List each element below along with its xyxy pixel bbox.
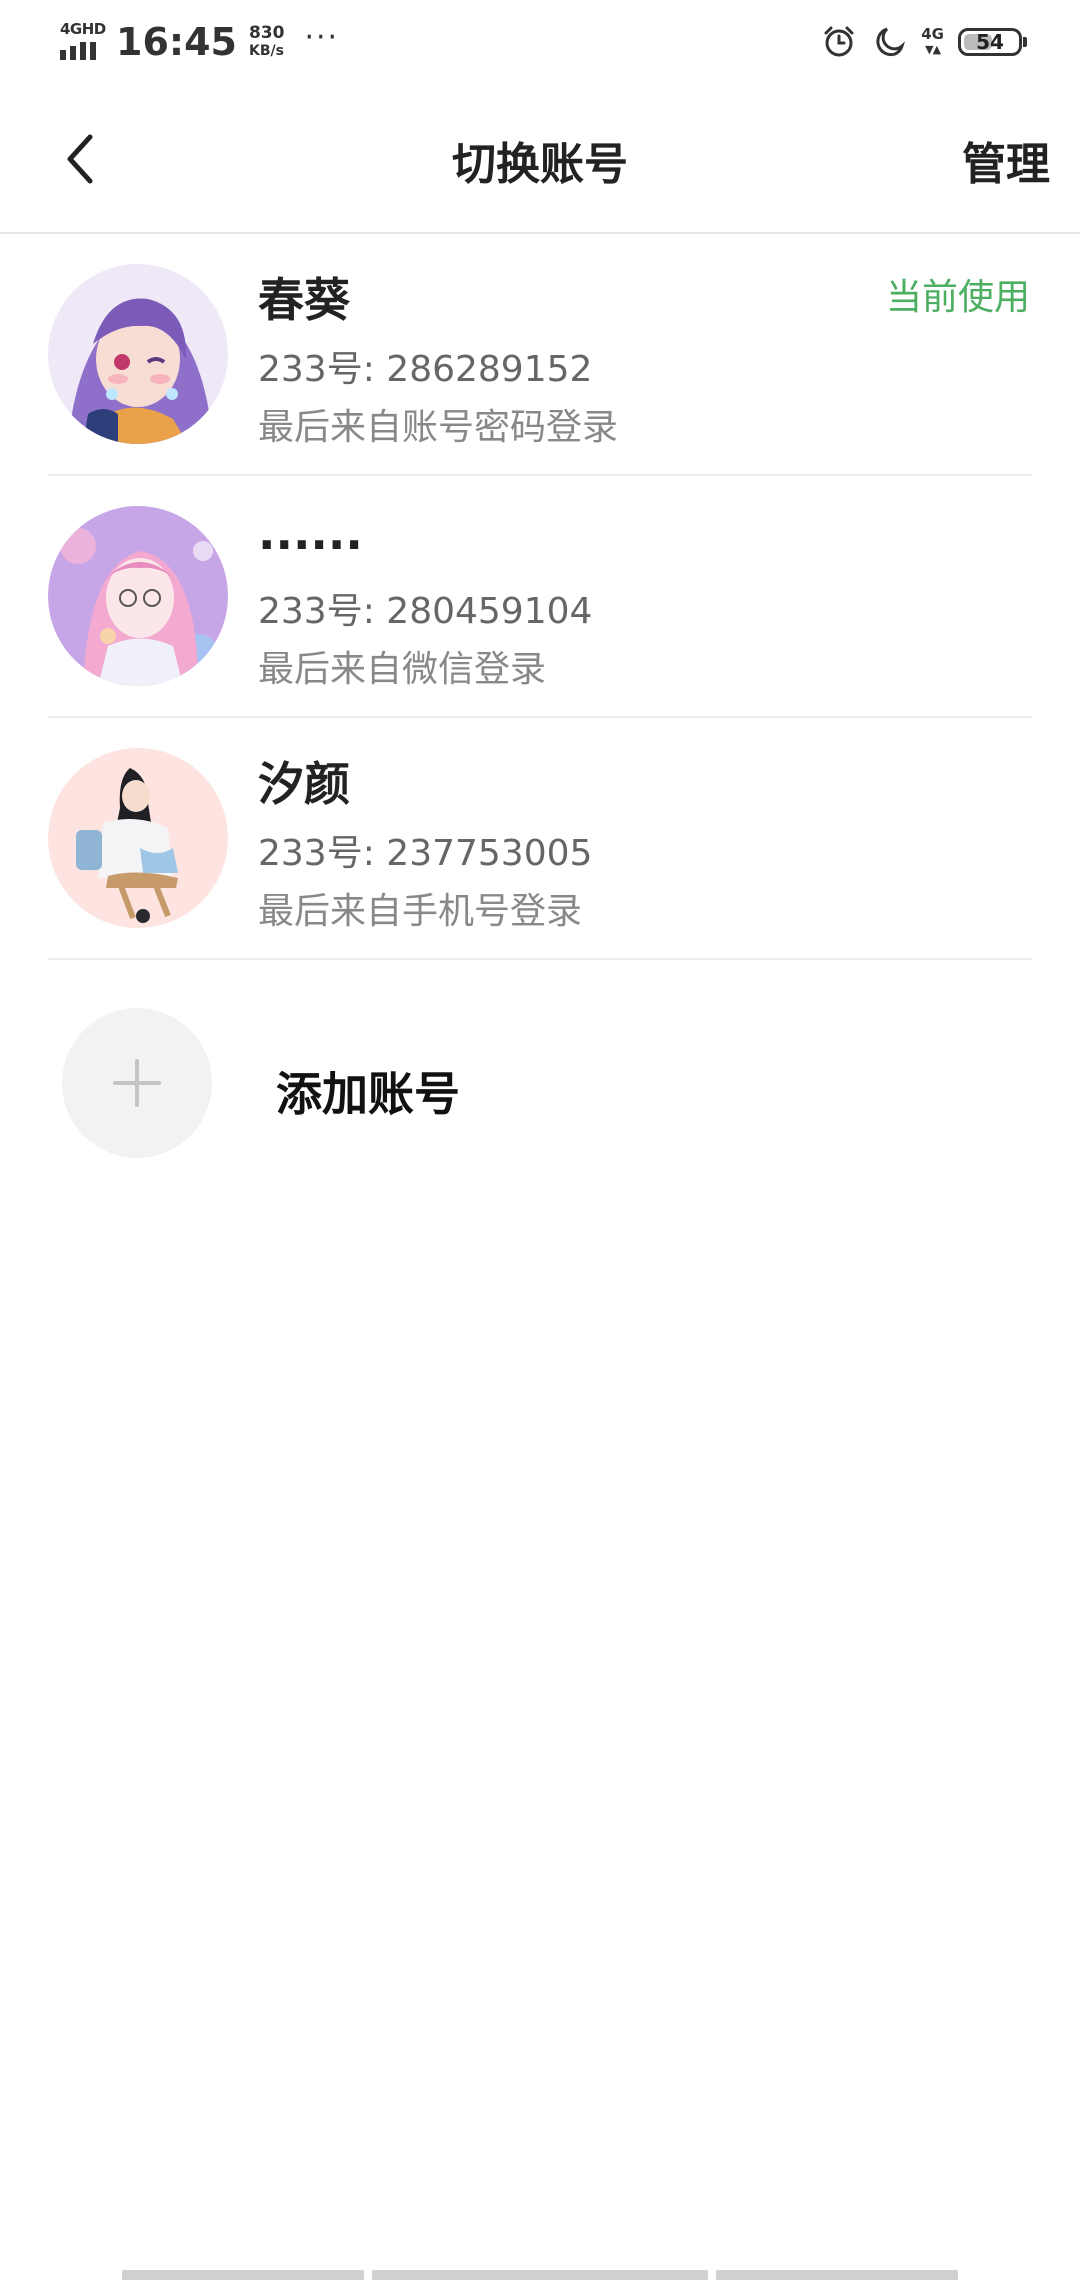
add-account-label: 添加账号: [276, 1067, 460, 1121]
last-login-method: 最后来自账号密码登录: [258, 407, 619, 448]
account-name: 春葵: [258, 273, 350, 327]
add-account-row[interactable]: 添加账号: [0, 1000, 1080, 1160]
battery-level: 54: [976, 30, 1004, 54]
current-account-badge: 当前使用: [885, 277, 1030, 318]
moon-icon: [876, 27, 906, 57]
net-type-label: 4G: [921, 25, 944, 43]
status-left: 4GHD 16:45 830 KB/s ···: [58, 20, 339, 64]
account-name: 汐颜: [258, 757, 350, 811]
page-title: 切换账号: [452, 139, 628, 190]
network-type: 4GHD: [60, 20, 106, 38]
last-login-method: 最后来自手机号登录: [258, 891, 583, 932]
account-id: 233号: 286289152: [258, 349, 593, 390]
battery-icon: 54: [958, 28, 1027, 56]
account-item-2[interactable]: ...... 233号: 280459104 最后来自微信登录: [0, 476, 1080, 718]
avatar: [48, 506, 228, 686]
manage-button[interactable]: 管理: [962, 128, 1050, 192]
mobile-data-indicator: 4G ▼▲: [921, 25, 944, 56]
last-login-method: 最后来自微信登录: [258, 649, 547, 690]
account-id: 233号: 237753005: [258, 833, 593, 874]
avatar: [48, 748, 228, 928]
system-navigation-hint: [0, 2266, 1080, 2280]
more-notifications-icon: ···: [304, 19, 340, 55]
speed-unit: KB/s: [248, 43, 284, 59]
avatar: [48, 264, 228, 444]
add-account-button[interactable]: [62, 1008, 212, 1158]
status-right: 4G ▼▲ 54: [807, 24, 1027, 60]
signal-icon: 4GHD: [58, 20, 106, 64]
account-item-3[interactable]: 汐颜 233号: 237753005 最后来自手机号登录: [0, 718, 1080, 960]
divider: [48, 958, 1032, 960]
alarm-clock-icon: [824, 26, 854, 57]
top-navigation-bar: 切换账号 管理: [0, 84, 1080, 234]
account-item-1[interactable]: 春葵 233号: 286289152 最后来自账号密码登录 当前使用: [0, 234, 1080, 476]
account-id: 233号: 280459104: [258, 591, 593, 632]
speed-value: 830: [248, 23, 285, 43]
network-speed: 830 KB/s: [249, 24, 285, 60]
account-list: 春葵 233号: 286289152 最后来自账号密码登录 当前使用 .....…: [0, 234, 1080, 960]
status-time: 16:45: [116, 20, 237, 64]
plus-icon: [113, 1059, 161, 1107]
account-name: ......: [258, 506, 363, 560]
status-bar: 4GHD 16:45 830 KB/s ··· 4G ▼▲ 54: [0, 0, 1080, 84]
